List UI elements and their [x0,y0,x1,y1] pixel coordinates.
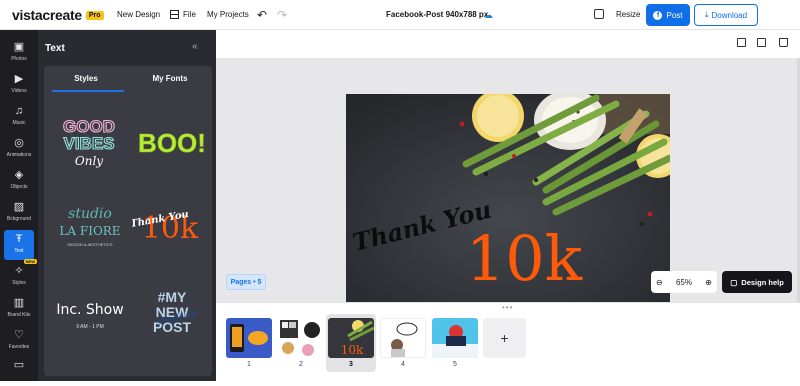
page-number: 4 [401,361,405,368]
file-menu[interactable]: File [183,10,196,19]
style-text: studio [68,206,112,222]
logo-text: vistacreate [12,7,82,23]
sidebar-item-brand-kits[interactable]: ▥ Brand Kits [0,294,38,324]
zoom-control: ⊖ 65% ⊕ [651,271,717,293]
panel-title: Text [45,43,65,54]
text-style-inc-show[interactable]: Inc. Show 9 AM - 1 PM [50,282,128,348]
resize-button[interactable]: Resize [616,10,640,19]
objects-icon: ◈ [14,169,24,181]
trash-icon[interactable] [779,38,788,47]
cloud-saved-icon: ☁ [484,10,493,20]
design-help-button[interactable]: ▢ Design help [722,271,792,293]
sidebar-item-folder[interactable]: ▭ [0,356,38,386]
page-thumbnail-3[interactable]: 10k [328,318,374,358]
collapse-panel-icon[interactable]: « [192,41,198,52]
design-help-label: Design help [741,277,784,287]
active-tab-indicator [52,90,124,92]
style-text: Inc. Show [56,302,123,318]
pages-toggle-button[interactable]: Pages • 5 [226,274,266,290]
logo[interactable]: vistacreate Pro [12,7,104,23]
page-number: 2 [299,361,303,368]
style-text: 9 AM - 1 PM [76,324,104,330]
background-icon: ▨ [13,201,25,213]
my-projects-link[interactable]: My Projects [207,10,249,19]
brand-kit-icon: ▥ [13,297,25,309]
add-page-button[interactable]: + [483,318,526,358]
text-style-good-vibes[interactable]: GOOD VIBES Only [50,112,128,178]
page-number: 1 [247,361,251,368]
music-icon: ♫ [14,105,24,117]
style-text: LA FIORE [59,224,120,238]
style-text: BOO! [138,128,206,158]
sidebar-item-favorites[interactable]: ♡ Favorites [0,326,38,356]
text-style-my-new-post[interactable]: #MY NEW POST check out [132,282,210,348]
folder-icon: ▭ [13,359,25,371]
heart-icon: ♡ [14,329,24,341]
sidebar-item-text[interactable]: Ŧ Text [4,230,34,260]
chat-icon: ▢ [730,277,738,287]
headline-number[interactable]: 10k [466,222,583,295]
sidebar-item-animations[interactable]: ◎ Animations [0,134,38,164]
post-label: Post [666,10,683,20]
text-style-studio-la-fiore[interactable]: studio LA FIORE DESIGN & AESTHETICS [50,192,128,258]
text-style-boo[interactable]: BOO! [132,112,210,178]
zoom-in-icon[interactable]: ⊕ [705,278,712,287]
style-text: DESIGN & AESTHETICS [67,242,112,247]
new-badge: NEW [23,259,37,264]
tab-styles[interactable]: Styles [44,66,128,90]
sidebar-item-music[interactable]: ♫ Music [0,102,38,132]
canvas-toolbar [216,30,800,58]
new-design-button[interactable]: New Design [117,10,160,19]
style-text: Only [75,154,103,168]
facebook-icon: f [653,10,663,20]
sidebar-item-objects[interactable]: ◈ Objects [0,166,38,196]
svg-text:10k: 10k [341,343,364,357]
tab-my-fonts[interactable]: My Fonts [128,66,212,90]
text-icon: Ŧ [15,233,23,245]
style-text: VIBES [63,134,114,153]
animation-icon: ◎ [14,137,24,149]
sidebar-item-photos[interactable]: ▣ Photos [0,38,38,68]
pro-badge: Pro [85,10,104,20]
page-thumbnail-2[interactable] [278,318,324,358]
redo-icon[interactable]: ↷ [277,8,287,22]
page-thumbnail-4[interactable] [380,318,426,358]
undo-icon[interactable]: ↶ [257,8,267,22]
download-button[interactable]: ⤓ Download [694,4,758,26]
sidebar-item-videos[interactable]: ▶ Videos [0,70,38,100]
file-icon[interactable] [170,10,179,19]
page-number: 5 [453,361,457,368]
zoom-level[interactable]: 65% [676,278,692,287]
download-label: Download [711,10,748,20]
styles-gallery: Styles My Fonts GOOD VIBES Only BOO! stu… [44,66,212,376]
sidebar-item-background[interactable]: ▨ Bckground [0,198,38,228]
page-number: 3 [349,361,353,368]
document-title[interactable]: Facebook-Post 940x788 px [386,10,488,19]
download-icon: ⤓ [704,10,709,19]
photo-icon: ▣ [13,41,25,53]
comment-icon[interactable] [594,9,604,19]
icon-sidebar: ▣ Photos ▶ Videos ♫ Music ◎ Animations ◈… [0,30,38,381]
duplicate-icon[interactable] [757,38,766,47]
sidebar-item-styles[interactable]: NEW ✧ Styles [0,259,38,292]
text-panel: Text « Styles My Fonts GOOD VIBES Only B… [38,30,216,381]
text-style-thank-you-10k[interactable]: 10k Thank You [130,192,210,258]
design-canvas[interactable]: 10k Thank You [346,94,670,302]
style-text: #MY [158,289,187,305]
page-thumbnail-1[interactable] [226,318,272,358]
video-icon: ▶ [14,73,24,85]
page-thumbnail-5[interactable] [432,318,478,358]
styles-icon: ✧ [14,265,24,277]
add-note-icon[interactable] [737,38,746,47]
resize-handle[interactable]: ••• [502,303,513,312]
zoom-out-icon[interactable]: ⊖ [656,278,663,287]
post-button[interactable]: f Post [646,4,690,26]
